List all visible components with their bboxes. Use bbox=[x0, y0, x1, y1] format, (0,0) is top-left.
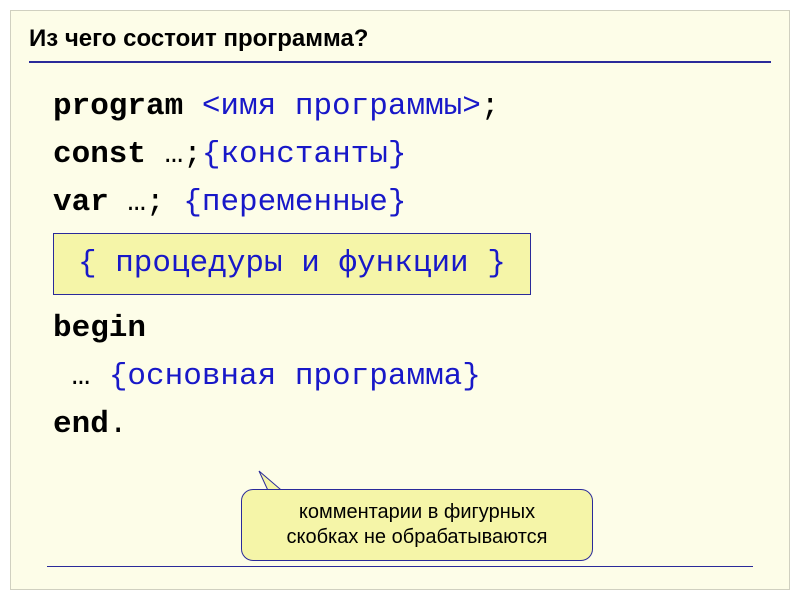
code-line-program: program <имя программы>; bbox=[53, 83, 771, 131]
title-row: Из чего состоит программа? bbox=[11, 11, 789, 61]
comment-var: {переменные} bbox=[183, 185, 406, 220]
keyword-const: const bbox=[53, 137, 165, 172]
code-block: program <имя программы>; const …;{конста… bbox=[11, 63, 789, 449]
code-line-begin: begin bbox=[53, 305, 771, 353]
procedures-highlight-box: { процедуры и функции } bbox=[53, 227, 771, 305]
slide-title: Из чего состоит программа? bbox=[29, 25, 368, 52]
main-ellipsis: … bbox=[53, 359, 109, 394]
procedures-text: { процедуры и функции } bbox=[53, 233, 531, 295]
callout-line-1: комментарии в фигурных bbox=[256, 500, 578, 525]
placeholder-program-name: <имя программы> bbox=[202, 89, 481, 124]
keyword-end: end bbox=[53, 407, 109, 442]
keyword-begin: begin bbox=[53, 311, 146, 346]
code-line-end: end. bbox=[53, 401, 771, 449]
bottom-rule bbox=[47, 566, 753, 567]
end-dot: . bbox=[109, 407, 128, 442]
code-line-var: var …; {переменные} bbox=[53, 179, 771, 227]
code-line-const: const …;{константы} bbox=[53, 131, 771, 179]
keyword-var: var bbox=[53, 185, 127, 220]
const-tail: …; bbox=[165, 137, 202, 172]
code-line-main: … {основная программа} bbox=[53, 353, 771, 401]
comment-main: {основная программа} bbox=[109, 359, 481, 394]
slide-container: Из чего состоит программа? program <имя … bbox=[10, 10, 790, 590]
callout-box: комментарии в фигурных скобках не обраба… bbox=[241, 489, 593, 561]
callout-line-2: скобках не обрабатываются bbox=[256, 525, 578, 550]
comment-const: {константы} bbox=[202, 137, 407, 172]
semicolon: ; bbox=[481, 89, 500, 124]
keyword-program: program bbox=[53, 89, 202, 124]
var-tail: …; bbox=[127, 185, 183, 220]
